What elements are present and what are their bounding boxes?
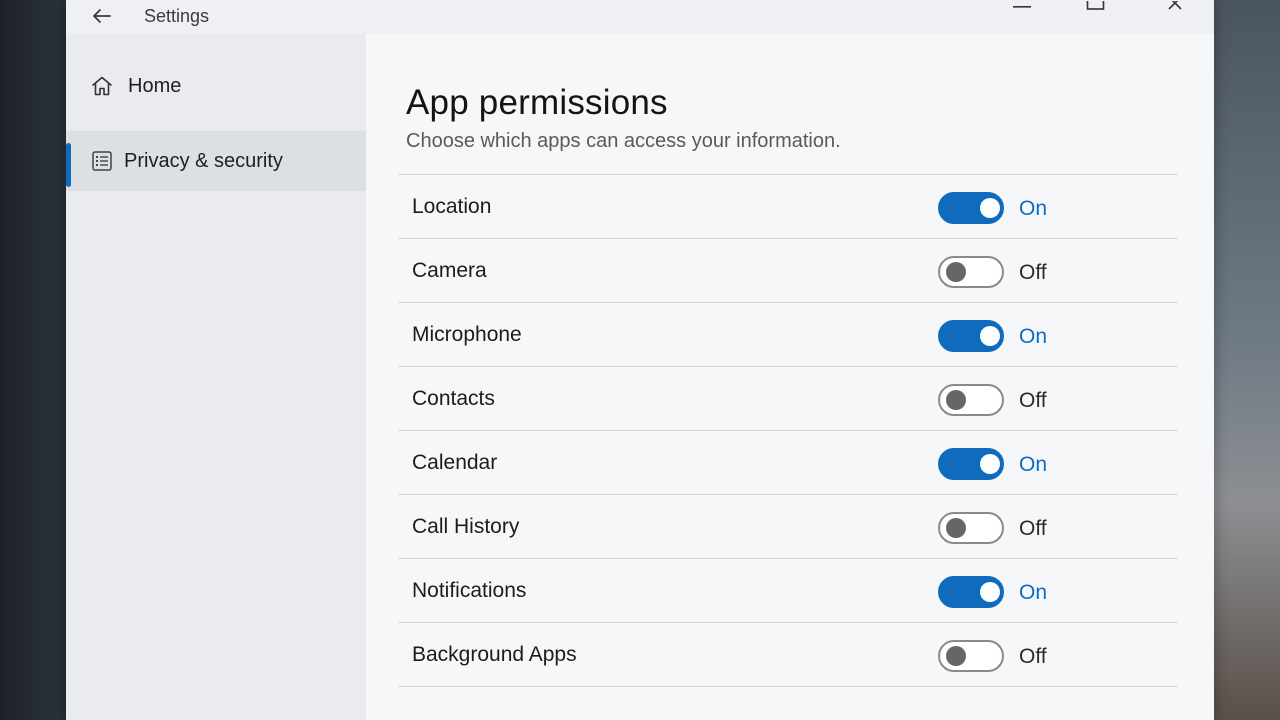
settings-window: Settings Home Privacy & security App per… [66, 0, 1214, 720]
permission-row-calendar: Calendar On [398, 431, 1178, 495]
privacy-list-icon [90, 149, 114, 173]
permission-name: Notifications [412, 579, 527, 602]
toggle-knob [980, 454, 1000, 474]
home-icon [90, 74, 114, 98]
location-toggle[interactable] [938, 192, 1004, 224]
desktop-background [1214, 0, 1280, 720]
maximize-icon [1086, 0, 1106, 16]
toggle-knob [980, 582, 1000, 602]
permission-row-location: Location On [398, 175, 1178, 239]
toggle-state-label: Off [1019, 645, 1047, 668]
permission-name: Camera [412, 259, 487, 282]
title-bar: Settings [66, 0, 1214, 34]
microphone-toggle[interactable] [938, 320, 1004, 352]
permission-name: Contacts [412, 387, 495, 410]
page-title: App permissions [406, 83, 668, 123]
toggle-state-label: On [1019, 325, 1048, 348]
window-title: Settings [144, 6, 210, 26]
toggle-state-label: Off [1019, 517, 1047, 540]
permission-row-contacts: Contacts Off [398, 367, 1178, 431]
permission-row-microphone: Microphone On [398, 303, 1178, 367]
sidebar-item-label: Home [128, 74, 182, 97]
permission-row-background-apps: Background Apps Off [398, 623, 1178, 687]
selection-indicator [66, 143, 71, 187]
toggle-state-label: On [1019, 197, 1048, 220]
minimize-icon [1012, 0, 1032, 16]
permission-name: Background Apps [412, 643, 577, 666]
toggle-state-label: Off [1019, 389, 1047, 412]
permission-name: Calendar [412, 451, 498, 474]
notifications-toggle[interactable] [938, 576, 1004, 608]
page-subtitle: Choose which apps can access your inform… [406, 130, 841, 152]
toggle-state-label: Off [1019, 261, 1047, 284]
sidebar: Home Privacy & security [66, 34, 366, 720]
minimize-button[interactable] [1002, 0, 1042, 14]
permission-row-notifications: Notifications On [398, 559, 1178, 623]
background-apps-toggle[interactable] [938, 640, 1004, 672]
close-button[interactable] [1156, 0, 1196, 14]
calendar-toggle[interactable] [938, 448, 1004, 480]
sidebar-item-privacy-security[interactable]: Privacy & security [66, 131, 366, 191]
camera-toggle[interactable] [938, 256, 1004, 288]
contacts-toggle[interactable] [938, 384, 1004, 416]
permission-row-call-history: Call History Off [398, 495, 1178, 559]
main-content: App permissions Choose which apps can ac… [366, 34, 1214, 720]
sidebar-item-home[interactable]: Home [66, 56, 366, 116]
close-icon [1166, 0, 1186, 16]
permission-row-camera: Camera Off [398, 239, 1178, 303]
permission-name: Call History [412, 515, 520, 538]
toggle-knob [946, 518, 966, 538]
toggle-knob [980, 326, 1000, 346]
permission-list: Location On Camera Off Microphone On Con… [398, 174, 1178, 687]
maximize-button[interactable] [1076, 0, 1116, 14]
permission-name: Microphone [412, 323, 522, 346]
sidebar-item-label: Privacy & security [124, 149, 283, 172]
back-arrow-icon [92, 4, 112, 30]
toggle-state-label: On [1019, 581, 1048, 604]
toggle-knob [980, 198, 1000, 218]
back-button[interactable] [88, 4, 116, 30]
toggle-knob [946, 262, 966, 282]
permission-name: Location [412, 195, 492, 218]
call-history-toggle[interactable] [938, 512, 1004, 544]
toggle-state-label: On [1019, 453, 1048, 476]
toggle-knob [946, 646, 966, 666]
toggle-knob [946, 390, 966, 410]
